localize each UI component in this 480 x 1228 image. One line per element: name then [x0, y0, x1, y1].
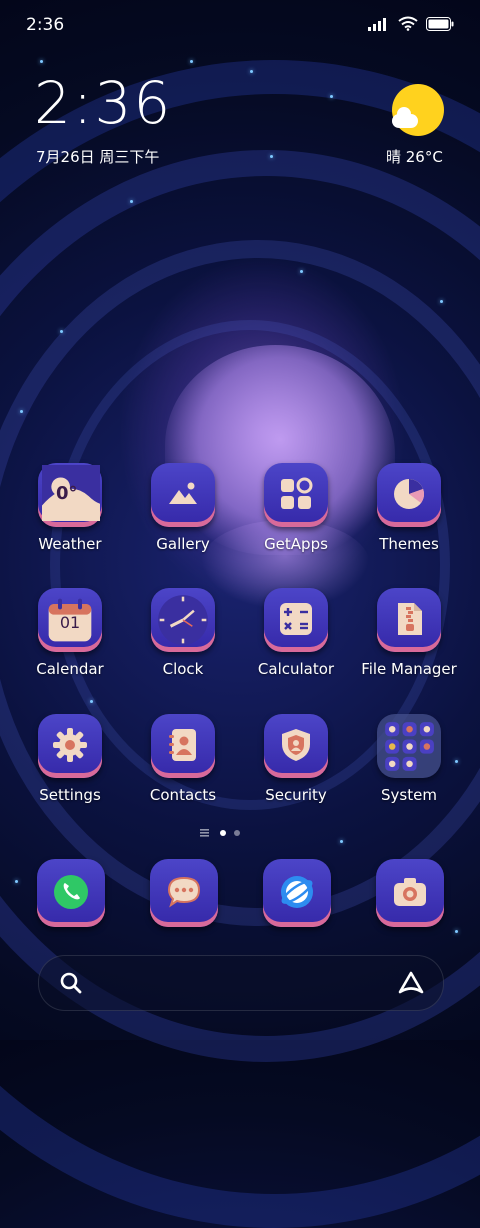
- page-dot-active: [220, 830, 226, 836]
- settings-icon: [53, 728, 87, 762]
- weather-widget-text[interactable]: 晴 26°C: [386, 146, 443, 167]
- assistant-icon[interactable]: [397, 970, 425, 996]
- app-clock[interactable]: Clock: [133, 588, 233, 678]
- messages-icon: [167, 876, 201, 908]
- dock-browser[interactable]: [263, 859, 331, 927]
- page-list-icon: [200, 829, 209, 837]
- app-label: GetApps: [264, 535, 328, 553]
- camera-icon: [394, 878, 426, 906]
- app-label: Gallery: [156, 535, 210, 553]
- gallery-icon: [169, 482, 197, 504]
- calendar-day: 01: [59, 613, 81, 632]
- battery-icon: [426, 16, 454, 31]
- themes-icon: [394, 479, 424, 509]
- app-label: Themes: [379, 535, 439, 553]
- app-themes[interactable]: Themes: [359, 463, 459, 553]
- home-search-bar[interactable]: [38, 955, 444, 1011]
- app-label: Security: [265, 786, 327, 804]
- contacts-icon: [169, 729, 196, 761]
- dock-messages[interactable]: [150, 859, 218, 927]
- clock-widget-date[interactable]: 7月26日 周三下午: [36, 146, 159, 167]
- app-file-manager[interactable]: File Manager: [359, 588, 459, 678]
- dock-phone[interactable]: [37, 859, 105, 927]
- app-label: System: [381, 786, 437, 804]
- page-indicator[interactable]: [200, 829, 240, 837]
- browser-icon: [281, 876, 313, 908]
- app-weather[interactable]: 0° Weather: [20, 463, 120, 553]
- status-bar: 2:36: [0, 0, 480, 50]
- weather-app-temp: 0°: [56, 483, 78, 504]
- dock-camera[interactable]: [376, 859, 444, 927]
- clock-widget-time[interactable]: 2:36: [34, 74, 172, 132]
- app-gallery[interactable]: Gallery: [133, 463, 233, 553]
- status-time: 2:36: [26, 15, 65, 35]
- page-dot: [234, 830, 240, 836]
- signal-icon: [368, 17, 386, 31]
- wifi-icon: [398, 16, 418, 31]
- app-settings[interactable]: Settings: [20, 714, 120, 804]
- app-label: Clock: [162, 660, 204, 678]
- app-label: Settings: [39, 786, 101, 804]
- app-contacts[interactable]: Contacts: [133, 714, 233, 804]
- app-label: Calculator: [257, 660, 335, 678]
- calculator-icon: [280, 603, 312, 635]
- app-label: Calendar: [36, 660, 104, 678]
- security-icon: [282, 729, 310, 761]
- phone-icon: [54, 875, 88, 909]
- search-icon[interactable]: [59, 971, 83, 995]
- system-folder-icon: [385, 722, 434, 771]
- cloud-icon: [392, 107, 418, 128]
- app-label: Weather: [38, 535, 102, 553]
- app-label: Contacts: [149, 786, 217, 804]
- app-system-folder[interactable]: System: [359, 714, 459, 804]
- app-calculator[interactable]: Calculator: [246, 588, 346, 678]
- app-label: File Manager: [361, 660, 457, 678]
- app-calendar[interactable]: 01 Calendar: [20, 588, 120, 678]
- file-manager-icon: [398, 603, 422, 635]
- app-getapps[interactable]: GetApps: [246, 463, 346, 553]
- clock-icon: [158, 595, 208, 645]
- app-security[interactable]: Security: [246, 714, 346, 804]
- getapps-icon: [281, 477, 313, 509]
